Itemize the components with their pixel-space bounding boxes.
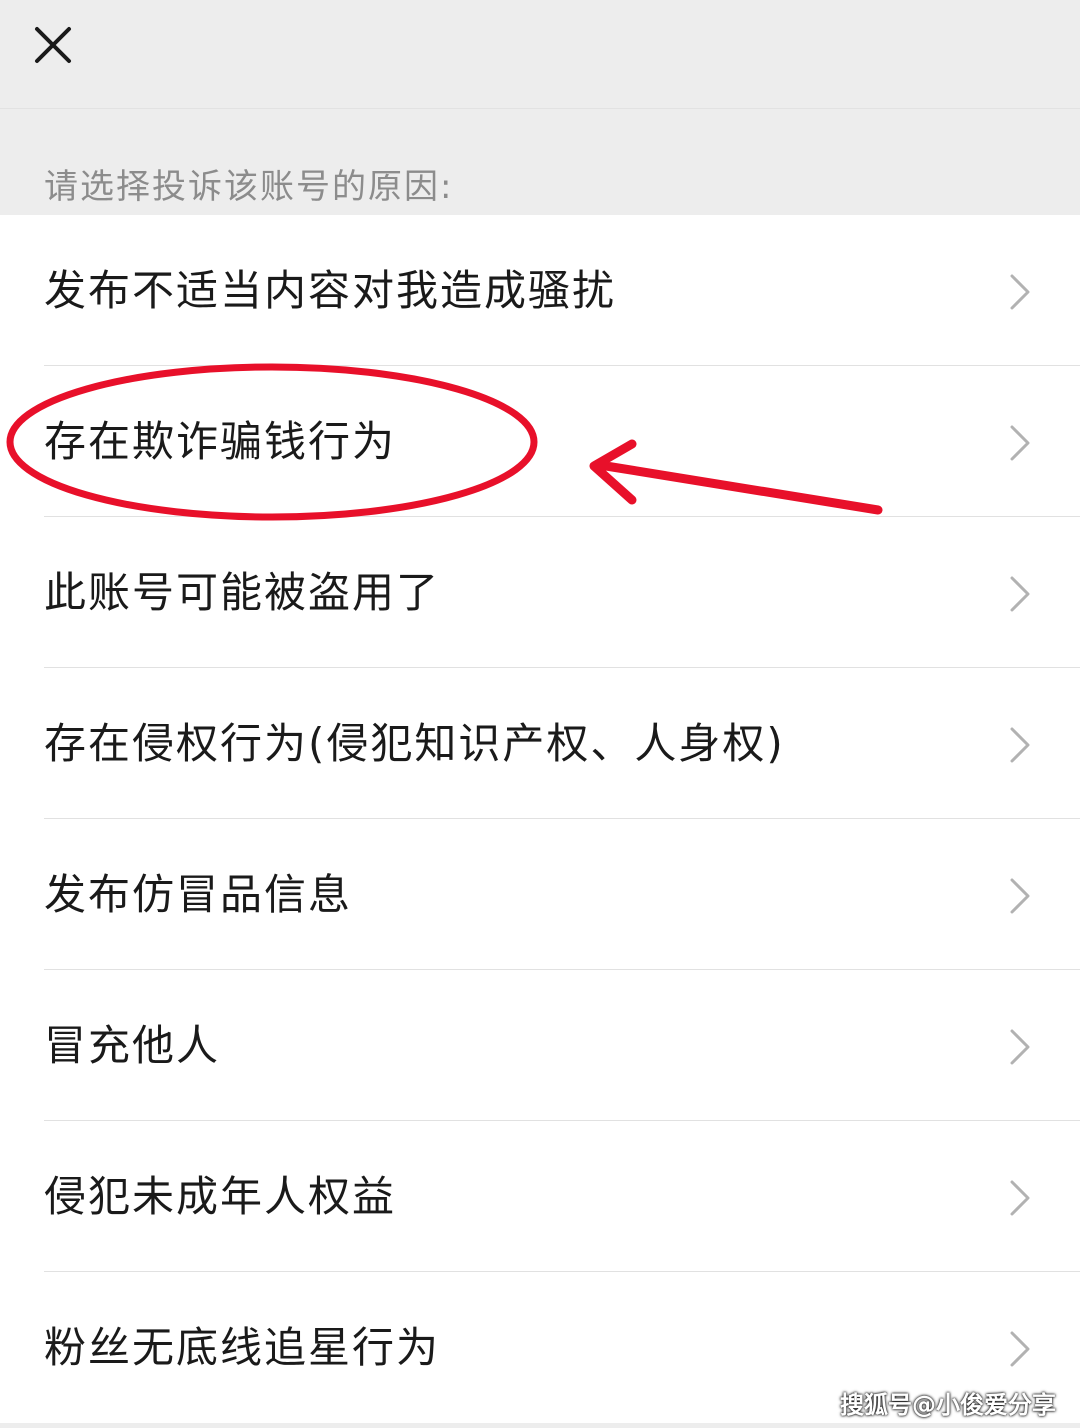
chevron-right-icon (1010, 1180, 1030, 1216)
chevron-right-icon (1010, 576, 1030, 612)
reason-item[interactable]: 侵犯未成年人权益 (0, 1121, 1080, 1272)
section-header: 请选择投诉该账号的原因: (0, 109, 1080, 215)
reason-item[interactable]: 存在侵权行为(侵犯知识产权、人身权) (0, 668, 1080, 819)
chevron-right-icon (1010, 1029, 1030, 1065)
close-icon (35, 27, 71, 63)
reason-label: 侵犯未成年人权益 (44, 1172, 397, 1221)
reason-item[interactable]: 冒充他人 (0, 970, 1080, 1121)
reason-label: 发布仿冒品信息 (44, 870, 353, 919)
chevron-right-icon (1010, 727, 1030, 763)
reason-item[interactable]: 此账号可能被盗用了 (0, 517, 1080, 668)
watermark: 搜狐号@小俊爱分享 (840, 1391, 1056, 1419)
chevron-right-icon (1010, 1331, 1030, 1367)
close-button[interactable] (24, 14, 84, 74)
reason-label: 存在欺诈骗钱行为 (44, 417, 397, 466)
chevron-right-icon (1010, 878, 1030, 914)
reason-item[interactable]: 存在欺诈骗钱行为 (0, 366, 1080, 517)
reason-list: 发布不适当内容对我造成骚扰 存在欺诈骗钱行为 此账号可能被盗用了存在侵权行为(侵犯知… (0, 215, 1080, 1423)
top-bar (0, 0, 1080, 109)
chevron-right-icon (1010, 274, 1030, 310)
section-title: 请选择投诉该账号的原因: (44, 167, 454, 207)
reason-label: 此账号可能被盗用了 (44, 568, 441, 617)
complaint-page: 请选择投诉该账号的原因: 发布不适当内容对我造成骚扰 存在欺诈骗钱行为 此账号可能被… (0, 0, 1080, 1428)
reason-label: 冒充他人 (44, 1021, 221, 1070)
reason-item[interactable]: 发布不适当内容对我造成骚扰 (0, 215, 1080, 366)
reason-label: 粉丝无底线追星行为 (44, 1323, 441, 1372)
chevron-right-icon (1010, 425, 1030, 461)
reason-item[interactable]: 发布仿冒品信息 (0, 819, 1080, 970)
reason-label: 发布不适当内容对我造成骚扰 (44, 266, 617, 315)
reason-label: 存在侵权行为(侵犯知识产权、人身权) (44, 719, 785, 768)
